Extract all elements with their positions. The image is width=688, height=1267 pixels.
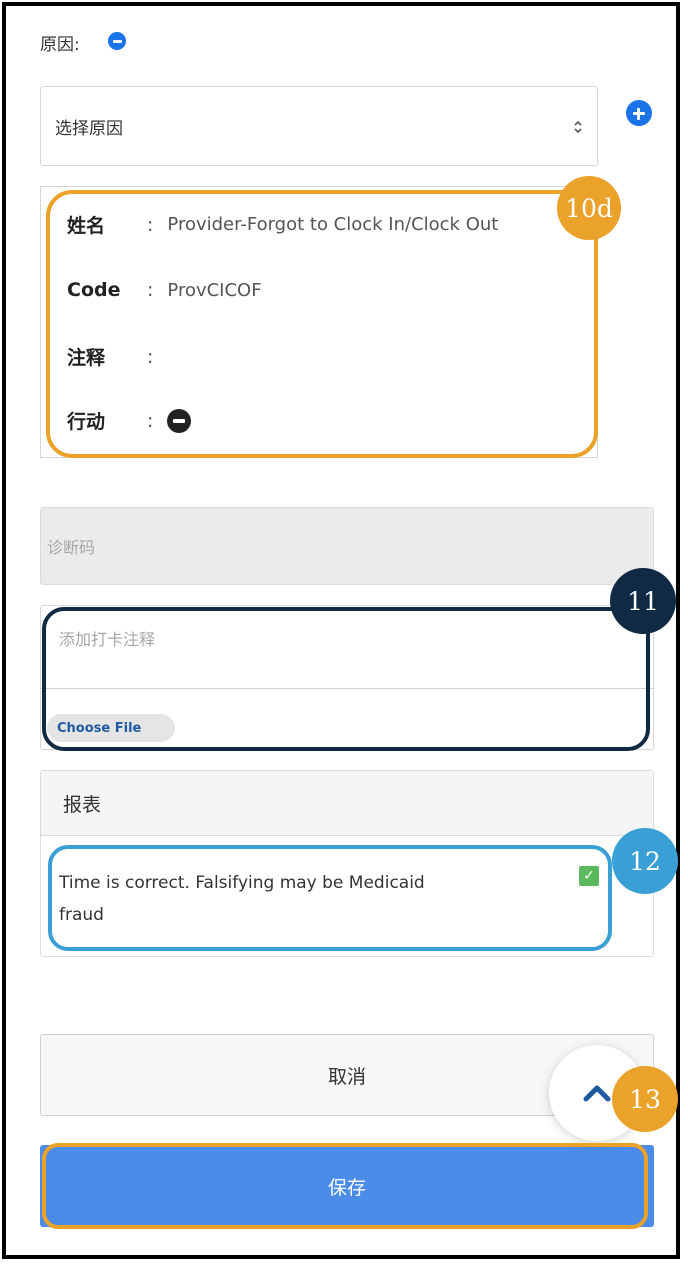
reason-label: 原因:	[40, 35, 80, 55]
callout-badge-10d: 10d	[557, 176, 621, 240]
report-header: 报表	[41, 771, 653, 836]
minus-glyph	[112, 39, 122, 43]
reason-select-placeholder: 选择原因	[55, 118, 123, 139]
sort-arrows-icon	[574, 120, 582, 134]
callout-badge-12: 12	[612, 828, 678, 894]
cancel-button-label: 取消	[327, 1065, 366, 1088]
chevron-up-icon	[583, 1085, 611, 1102]
diagnosis-placeholder: 诊断码	[47, 538, 96, 557]
callout-outline-11	[42, 607, 650, 751]
remove-reason-icon[interactable]	[108, 32, 126, 50]
callout-outline-10d	[46, 190, 598, 458]
reason-select[interactable]: 选择原因	[40, 86, 598, 166]
callout-badge-11: 11	[610, 568, 676, 634]
callout-outline-12	[48, 845, 612, 951]
callout-badge-13: 13	[612, 1066, 678, 1132]
callout-outline-13	[42, 1143, 648, 1229]
add-reason-icon[interactable]	[626, 100, 652, 126]
diagnosis-code-field[interactable]: 诊断码	[40, 507, 654, 585]
